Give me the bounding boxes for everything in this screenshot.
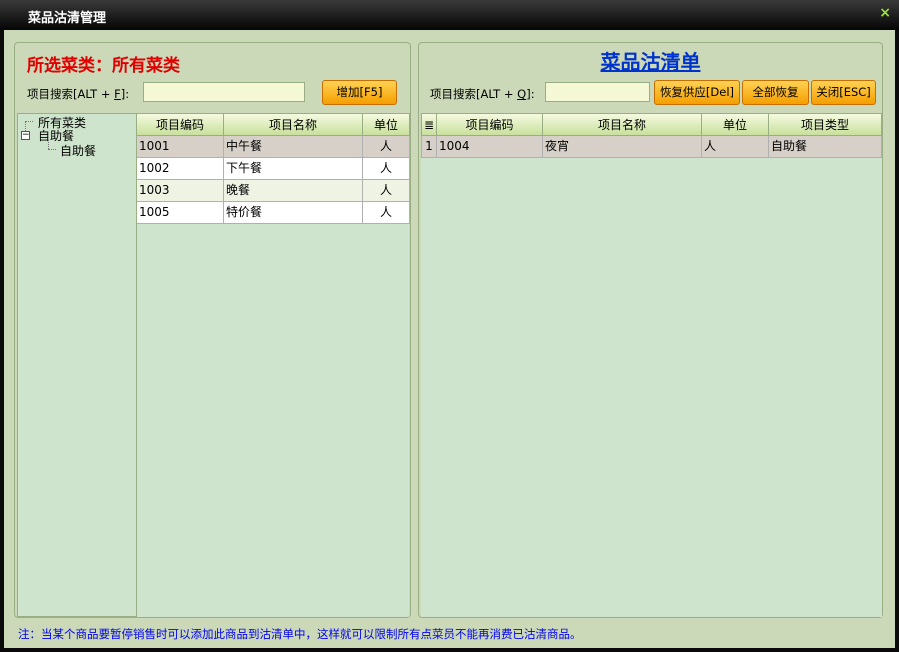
cell-unit: 人 xyxy=(363,180,410,202)
cell-row-number: 1 xyxy=(421,136,437,158)
footnote-text: 注：当某个商品要暂停销售时可以添加此商品到沽清单中，这样就可以限制所有点菜员不能… xyxy=(18,627,582,641)
cell-type: 自助餐 xyxy=(769,136,882,158)
cell-unit: 人 xyxy=(363,136,410,158)
column-header-type[interactable]: 项目类型 xyxy=(769,113,882,136)
cell-unit: 人 xyxy=(363,158,410,180)
table-row[interactable]: 1 1004 夜宵 人 自助餐 xyxy=(421,136,882,158)
table-row[interactable]: 1002 下午餐 人 xyxy=(137,158,410,180)
left-search-label-prefix: 项目搜索[ALT + xyxy=(27,87,115,101)
sold-out-grid: ≣ 项目编码 项目名称 单位 项目类型 1 1004 夜宵 人 自助餐 xyxy=(421,113,882,617)
cell-code: 1004 xyxy=(437,136,543,158)
column-header-code[interactable]: 项目编码 xyxy=(437,113,543,136)
table-row[interactable]: 1001 中午餐 人 xyxy=(137,136,410,158)
cell-code: 1001 xyxy=(137,136,224,158)
tree-connector xyxy=(48,140,49,149)
right-search-label-prefix: 项目搜索[ALT + xyxy=(430,87,518,101)
column-header-name[interactable]: 项目名称 xyxy=(543,113,702,136)
selected-category-title: 所选菜类：所有菜类 xyxy=(27,56,180,76)
tree-expander-icon[interactable]: − xyxy=(21,131,30,140)
window-title: 菜品沽清管理 xyxy=(28,11,107,26)
title-bar: 菜品沽清管理 × xyxy=(0,0,899,30)
sold-out-list-title: 菜品沽清单 xyxy=(600,50,701,74)
tree-connector xyxy=(25,121,33,122)
column-header-code[interactable]: 项目编码 xyxy=(137,113,224,136)
category-panel: 所选菜类：所有菜类 项目搜索[ALT + F]: 增加[F5] 所有菜类 − 自… xyxy=(14,42,411,618)
right-search-label-suffix: ]: xyxy=(526,87,535,101)
restore-all-button[interactable]: 全部恢复 xyxy=(742,80,809,105)
right-search-hotkey: Q xyxy=(517,87,527,101)
cell-unit: 人 xyxy=(363,202,410,224)
left-search-input[interactable] xyxy=(143,82,305,102)
right-search-input[interactable] xyxy=(545,82,650,102)
tree-node-buffet-child[interactable]: 自助餐 xyxy=(60,142,96,159)
cell-code: 1005 xyxy=(137,202,224,224)
restore-supply-button[interactable]: 恢复供应[Del] xyxy=(654,80,740,105)
tree-connector xyxy=(48,149,56,150)
close-icon[interactable]: × xyxy=(879,5,891,21)
table-row[interactable]: 1005 特价餐 人 xyxy=(137,202,410,224)
left-item-grid: 项目编码 项目名称 单位 1001 中午餐 人 1002 下午餐 人 1003 … xyxy=(137,113,410,617)
cell-unit: 人 xyxy=(702,136,769,158)
table-row[interactable]: 1003 晚餐 人 xyxy=(137,180,410,202)
sold-out-panel: 菜品沽清单 项目搜索[ALT + Q]: 恢复供应[Del] 全部恢复 关闭[E… xyxy=(418,42,883,618)
cell-name: 特价餐 xyxy=(224,202,363,224)
cell-name: 晚餐 xyxy=(224,180,363,202)
cell-name: 下午餐 xyxy=(224,158,363,180)
close-button[interactable]: 关闭[ESC] xyxy=(811,80,876,105)
category-tree: 所有菜类 − 自助餐 自助餐 xyxy=(17,113,137,617)
cell-code: 1002 xyxy=(137,158,224,180)
left-search-hotkey: F xyxy=(114,87,121,101)
right-search-label: 项目搜索[ALT + Q]: xyxy=(430,86,535,102)
column-header-unit[interactable]: 单位 xyxy=(363,113,410,136)
left-search-label: 项目搜索[ALT + F]: xyxy=(27,86,129,102)
cell-name: 中午餐 xyxy=(224,136,363,158)
column-header-name[interactable]: 项目名称 xyxy=(224,113,363,136)
main-window: 菜品沽清管理 × 所选菜类：所有菜类 项目搜索[ALT + F]: 增加[F5]… xyxy=(0,0,899,652)
column-header-unit[interactable]: 单位 xyxy=(702,113,769,136)
cell-code: 1003 xyxy=(137,180,224,202)
row-selector-icon[interactable]: ≣ xyxy=(421,113,437,136)
left-search-label-suffix: ]: xyxy=(120,87,130,101)
add-button[interactable]: 增加[F5] xyxy=(322,80,397,105)
cell-name: 夜宵 xyxy=(543,136,702,158)
client-area: 所选菜类：所有菜类 项目搜索[ALT + F]: 增加[F5] 所有菜类 − 自… xyxy=(4,30,895,648)
